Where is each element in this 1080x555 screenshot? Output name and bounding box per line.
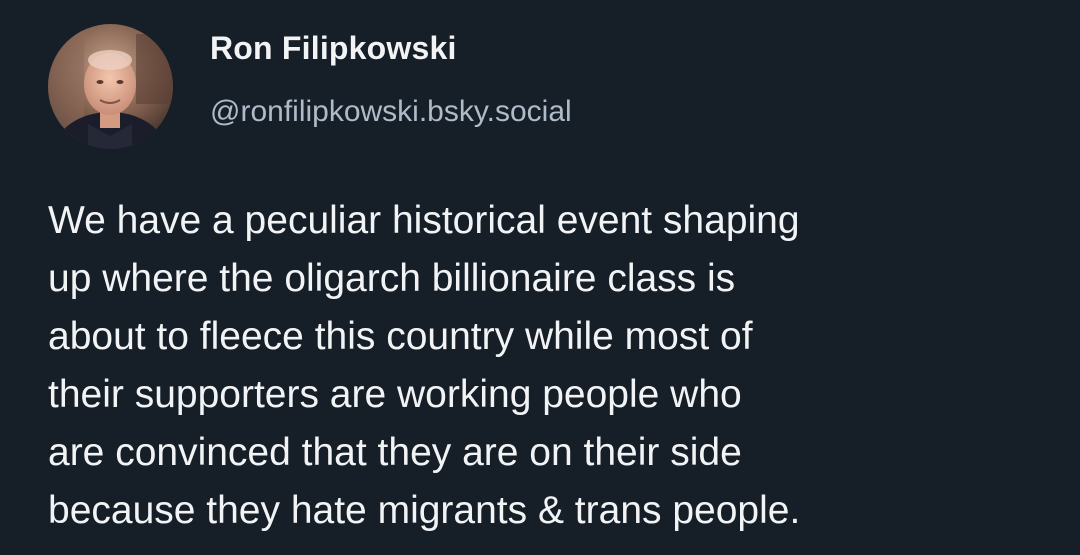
post-text-line: about to fleece this country while most …	[48, 315, 753, 358]
post-text-line: up where the oligarch billionaire class …	[48, 257, 736, 300]
post-text-line: are convinced that they are on their sid…	[48, 431, 742, 474]
post-text-line: because they hate migrants & trans peopl…	[48, 489, 801, 532]
author-handle[interactable]: @ronfilipkowski.bsky.social	[210, 95, 572, 129]
post-card: Ron Filipkowski @ronfilipkowski.bsky.soc…	[0, 0, 1080, 555]
avatar-photo-icon	[48, 24, 173, 149]
post-body-text: We have a peculiar historical event shap…	[48, 192, 1048, 540]
post-text-line: We have a peculiar historical event shap…	[48, 199, 800, 242]
post-text-line: their supporters are working people who	[48, 373, 742, 416]
author-avatar[interactable]	[48, 24, 173, 149]
author-display-name[interactable]: Ron Filipkowski	[210, 30, 457, 67]
